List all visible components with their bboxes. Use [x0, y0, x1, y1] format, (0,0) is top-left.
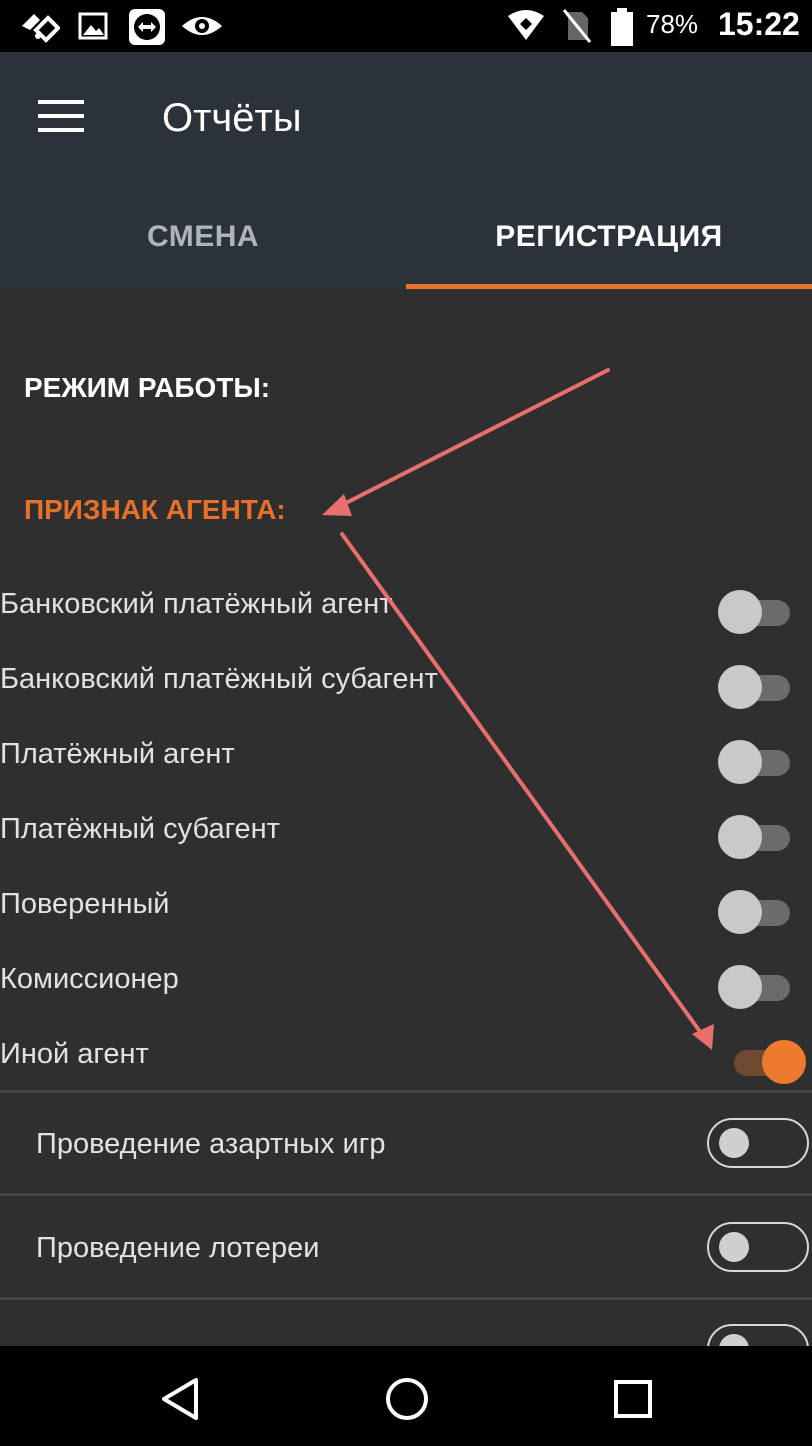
toggle-row-commission-agent[interactable]: Комиссионер	[0, 953, 812, 1013]
toggle-switch[interactable]	[718, 961, 792, 1009]
toggle-switch[interactable]	[718, 886, 792, 934]
toggle-label: Банковский платёжный агент	[0, 588, 393, 620]
recents-square-icon[interactable]	[608, 1374, 658, 1424]
section-work-mode-header: РЕЖИМ РАБОТЫ:	[24, 372, 271, 403]
toggle-label: Комиссионер	[0, 963, 179, 995]
toggle-switch[interactable]	[718, 1036, 806, 1084]
toggle-row-other-agent[interactable]: Иной агент	[0, 1028, 812, 1088]
divider	[0, 1090, 812, 1093]
tab-label: РЕГИСТРАЦИЯ	[495, 220, 723, 253]
wifi-icon	[508, 10, 544, 40]
battery-percent: 78%	[646, 9, 699, 39]
toggle-row-attorney[interactable]: Поверенный	[0, 878, 812, 938]
status-bar: 78% 15:22	[0, 0, 812, 52]
tab-shift[interactable]: СМЕНА	[0, 212, 406, 290]
toggle-row-payment-agent[interactable]: Платёжный агент	[0, 728, 812, 788]
toggle-switch[interactable]	[718, 661, 792, 709]
clock: 15:22	[718, 6, 800, 42]
page-title: Отчёты	[162, 96, 302, 140]
toggle-switch[interactable]	[707, 1118, 809, 1168]
toggle-row-gambling[interactable]: Проведение азартных игр	[0, 1094, 812, 1194]
toggle-label: Проведение лотереи	[36, 1232, 320, 1264]
toggle-label: Иной агент	[0, 1038, 149, 1070]
toggle-switch[interactable]	[718, 811, 792, 859]
toggle-label: Банковский платёжный субагент	[0, 663, 438, 695]
toggle-switch[interactable]	[718, 586, 792, 634]
home-circle-icon[interactable]	[382, 1374, 432, 1424]
toggle-row-payment-subagent[interactable]: Платёжный субагент	[0, 803, 812, 863]
toggle-label: Поверенный	[0, 888, 170, 920]
divider	[0, 1193, 812, 1196]
image-icon	[78, 12, 108, 40]
toggle-label: Платёжный агент	[0, 738, 235, 770]
tab-indicator	[406, 284, 812, 289]
tab-registration[interactable]: РЕГИСТРАЦИЯ	[406, 212, 812, 290]
no-sim-icon	[562, 9, 592, 43]
toggle-row-bank-payment-subagent[interactable]: Банковский платёжный субагент	[0, 653, 812, 713]
section-agent-sign-header: ПРИЗНАК АГЕНТА:	[24, 494, 286, 525]
eye-icon	[182, 17, 222, 35]
app-diamond-icon	[22, 14, 60, 43]
toggle-switch[interactable]	[707, 1222, 809, 1272]
teamviewer-icon	[129, 9, 165, 45]
toggle-switch[interactable]	[718, 736, 792, 784]
navigation-bar	[0, 1346, 812, 1446]
toggle-row-lottery[interactable]: Проведение лотереи	[0, 1198, 812, 1298]
tab-label: СМЕНА	[146, 220, 260, 253]
battery-icon	[611, 8, 633, 46]
toggle-label: Проведение азартных игр	[36, 1128, 386, 1160]
toggle-label: Платёжный субагент	[0, 813, 280, 845]
back-triangle-icon[interactable]	[156, 1374, 206, 1424]
app-bar: Отчёты СМЕНА РЕГИСТРАЦИЯ	[0, 52, 812, 290]
hamburger-menu-icon[interactable]	[38, 100, 84, 136]
toggle-row-bank-payment-agent[interactable]: Банковский платёжный агент	[0, 578, 812, 638]
